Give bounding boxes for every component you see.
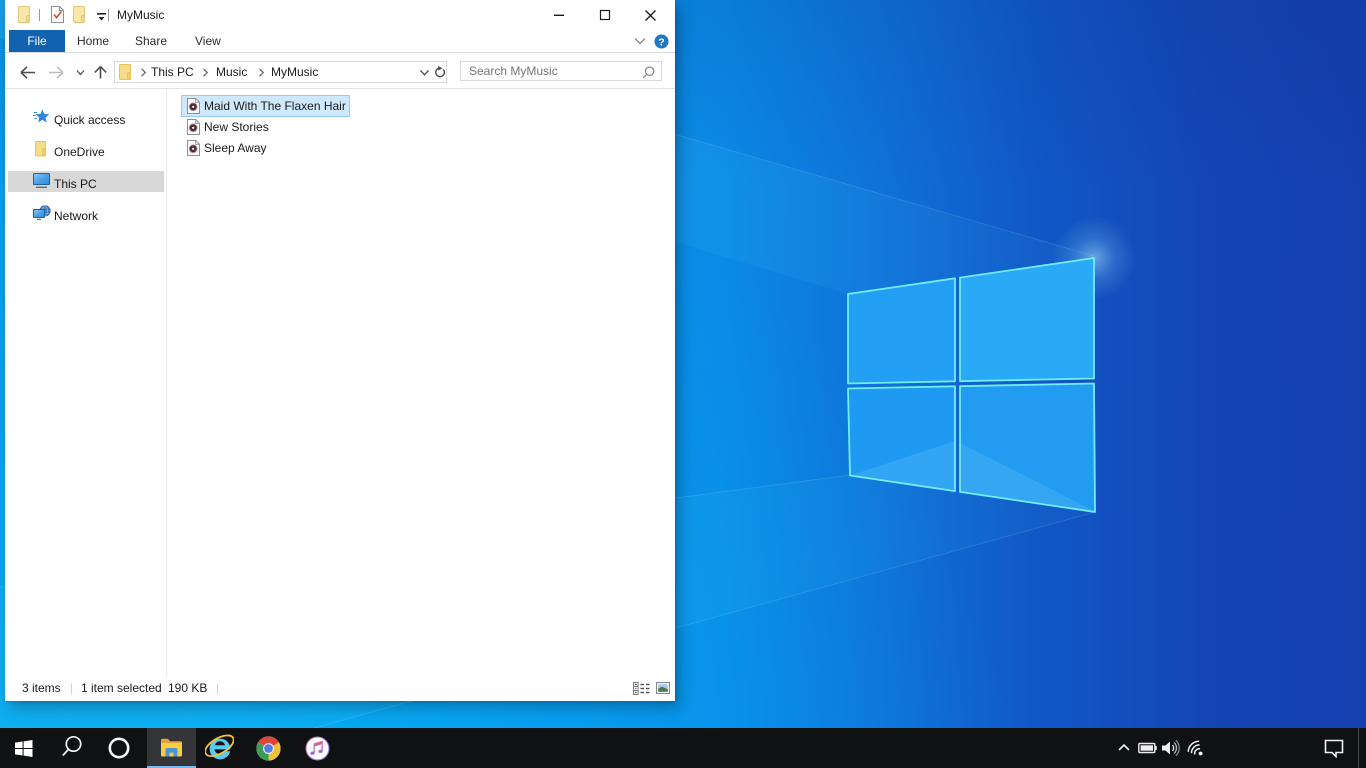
svg-text:?: ? xyxy=(658,36,664,48)
